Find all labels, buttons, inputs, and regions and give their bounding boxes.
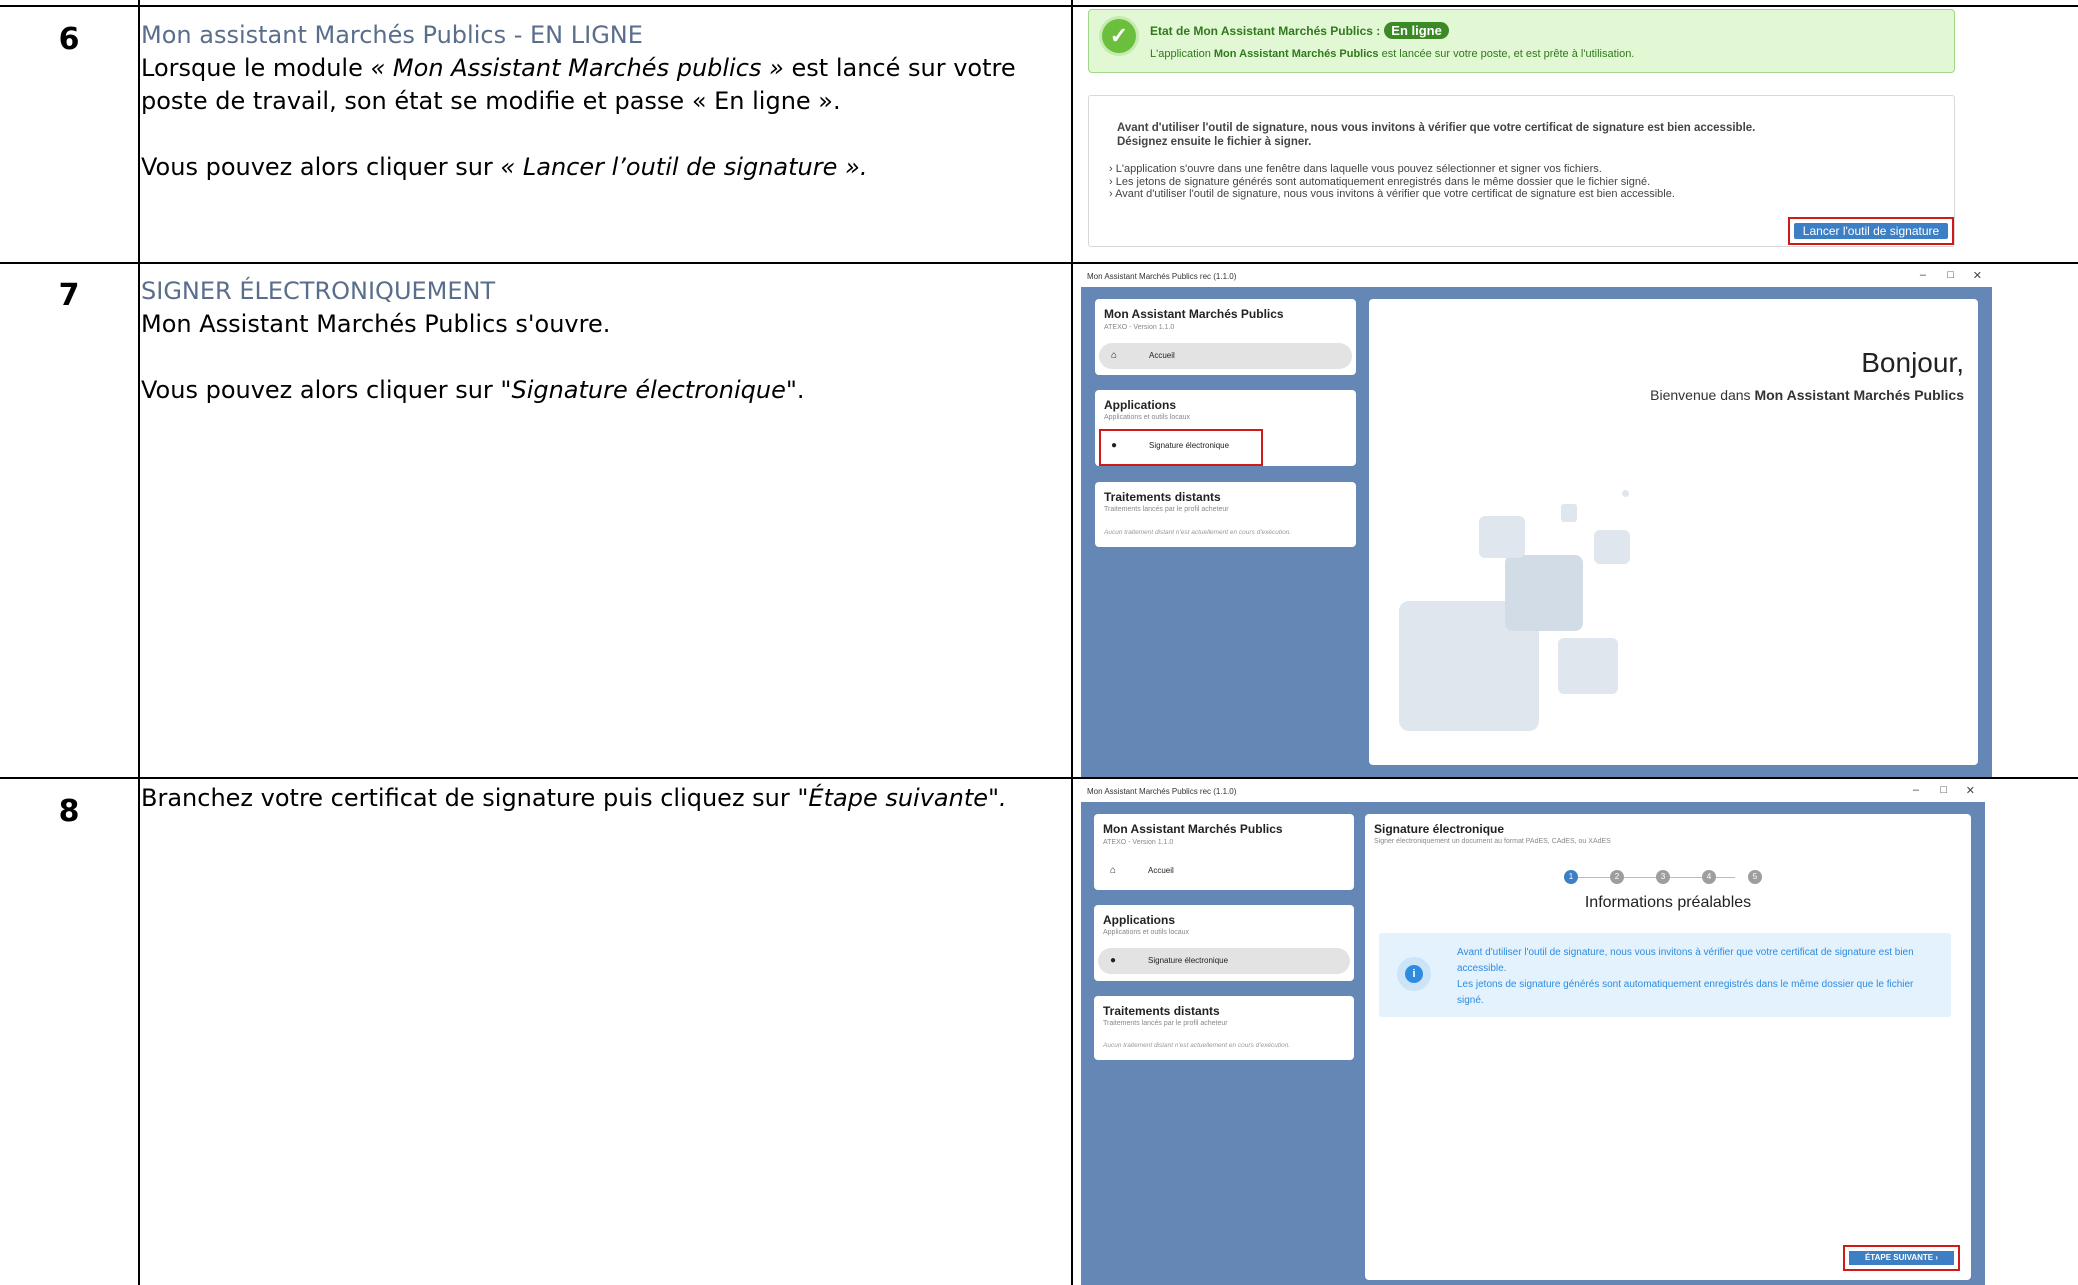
- step-text: SIGNER ÉLECTRONIQUEMENT Mon Assistant Ma…: [141, 275, 1071, 407]
- next-step-highlight: ÉTAPE SUIVANTE ›: [1843, 1245, 1960, 1271]
- app-version: ATEXO - Version 1.1.0: [1104, 324, 1175, 331]
- online-badge: En ligne: [1384, 22, 1449, 39]
- step-paragraph: Vous pouvez alors cliquer sur « Lancer l…: [141, 153, 868, 181]
- remote-empty-message: Aucun traitement distant n'est actuellem…: [1103, 1042, 1291, 1049]
- minimize-icon[interactable]: –: [1920, 269, 1926, 281]
- window-title: Mon Assistant Marchés Publics rec (1.1.0…: [1087, 787, 1237, 796]
- maximize-icon[interactable]: □: [1947, 269, 1954, 281]
- step-number: 6: [58, 22, 80, 57]
- close-icon[interactable]: ✕: [1973, 269, 1982, 282]
- decor-square: [1561, 504, 1577, 522]
- signature-info-panel: Avant d'utiliser l'outil de signature, n…: [1088, 95, 1955, 247]
- step-paragraph: Mon Assistant Marchés Publics s'ouvre.: [141, 310, 611, 338]
- applications-subtitle: Applications et outils locaux: [1104, 414, 1190, 421]
- chevron-right-icon: ›: [1109, 163, 1113, 175]
- step-paragraph: Branchez votre certificat de signature p…: [141, 784, 1007, 812]
- maximize-icon[interactable]: □: [1940, 784, 1947, 796]
- chevron-right-icon: ›: [1109, 176, 1113, 188]
- remote-card: Traitements distants Traitements lancés …: [1095, 482, 1356, 547]
- launch-signature-button[interactable]: Lancer l'outil de signature: [1794, 223, 1948, 239]
- bullet-item: › Avant d'utiliser l'outil de signature,…: [1109, 188, 1675, 200]
- next-step-button[interactable]: ÉTAPE SUIVANTE ›: [1849, 1251, 1954, 1265]
- stepper-step: 4: [1702, 870, 1716, 884]
- row-divider: [0, 262, 2078, 264]
- remote-subtitle: Traitements lancés par le profil acheteu…: [1103, 1020, 1228, 1027]
- step-number: 7: [58, 278, 80, 313]
- column-divider: [138, 0, 140, 1285]
- app-window: Mon Assistant Marchés Publics rec (1.1.0…: [1081, 782, 1985, 1285]
- app-card: Mon Assistant Marchés Publics ATEXO - Ve…: [1094, 814, 1354, 890]
- launch-signature-button-highlight[interactable]: Lancer l'outil de signature: [1788, 217, 1954, 245]
- step-text: Mon assistant Marchés Publics - EN LIGNE…: [141, 19, 1071, 184]
- nav-home[interactable]: ⌂ Accueil: [1099, 343, 1352, 369]
- decor-square: [1594, 530, 1630, 564]
- decor-square: [1479, 516, 1525, 558]
- panel-title: Signature électronique: [1374, 822, 1505, 836]
- applications-subtitle: Applications et outils locaux: [1103, 929, 1189, 936]
- signature-highlight: [1099, 429, 1263, 466]
- check-circle-icon: ●: [1110, 955, 1117, 966]
- stepper-step: 5: [1748, 870, 1762, 884]
- table-border-top: [0, 5, 2078, 7]
- applications-card: Applications Applications et outils loca…: [1094, 905, 1354, 981]
- remote-card: Traitements distants Traitements lancés …: [1094, 996, 1354, 1060]
- decor-square: [1558, 638, 1618, 694]
- app-card: Mon Assistant Marchés Publics ATEXO - Ve…: [1095, 299, 1356, 375]
- nav-signature[interactable]: ● Signature électronique: [1098, 948, 1350, 974]
- status-banner: ✓ Etat de Mon Assistant Marchés Publics …: [1088, 9, 1955, 73]
- nav-home[interactable]: ⌂ Accueil: [1098, 858, 1350, 884]
- status-label: Etat de Mon Assistant Marchés Publics :E…: [1150, 22, 1449, 39]
- welcome-panel: Bonjour, Bienvenue dans Mon Assistant Ma…: [1369, 299, 1978, 765]
- info-text: Avant d'utiliser l'outil de signature, n…: [1457, 947, 1914, 1006]
- decor-square: [1505, 555, 1583, 631]
- step-heading: Mon assistant Marchés Publics - EN LIGNE: [141, 21, 643, 49]
- remote-empty-message: Aucun traitement distant n'est actuellem…: [1104, 529, 1292, 536]
- column-divider: [1071, 0, 1073, 1285]
- app-name: Mon Assistant Marchés Publics: [1103, 822, 1283, 836]
- window-title: Mon Assistant Marchés Publics rec (1.1.0…: [1087, 272, 1237, 281]
- close-icon[interactable]: ✕: [1966, 784, 1975, 797]
- app-version: ATEXO - Version 1.1.0: [1103, 839, 1174, 846]
- remote-subtitle: Traitements lancés par le profil acheteu…: [1104, 506, 1229, 513]
- step-paragraph: Vous pouvez alors cliquer sur "Signature…: [141, 376, 805, 404]
- title-bar: Mon Assistant Marchés Publics rec (1.1.0…: [1081, 782, 1985, 802]
- step-title: Informations préalables: [1584, 894, 1752, 911]
- welcome-text: Bienvenue dans Mon Assistant Marchés Pub…: [1650, 387, 1964, 403]
- step-text: Branchez votre certificat de signature p…: [141, 782, 1071, 815]
- app-window: Mon Assistant Marchés Publics rec (1.1.0…: [1081, 267, 1992, 777]
- decor-dot: [1622, 490, 1629, 497]
- minimize-icon[interactable]: –: [1913, 784, 1919, 796]
- intro-text: Avant d'utiliser l'outil de signature, n…: [1117, 122, 1756, 148]
- info-box: i Avant d'utiliser l'outil de signature,…: [1379, 933, 1951, 1017]
- stepper-step: 2: [1610, 870, 1624, 884]
- home-icon: ⌂: [1110, 865, 1117, 876]
- chevron-right-icon: ›: [1109, 188, 1113, 200]
- row-divider: [0, 777, 2078, 779]
- step-paragraph: Lorsque le module « Mon Assistant Marché…: [141, 54, 1016, 115]
- bullet-item: › Les jetons de signature générés sont a…: [1109, 176, 1651, 188]
- remote-title: Traitements distants: [1103, 1004, 1220, 1018]
- stepper-step: 1: [1564, 870, 1578, 884]
- applications-title: Applications: [1104, 398, 1177, 412]
- step-number: 8: [58, 794, 80, 829]
- stepper-step: 3: [1656, 870, 1670, 884]
- greeting: Bonjour,: [1861, 347, 1964, 378]
- status-line: L'application Mon Assistant Marchés Publ…: [1150, 48, 1635, 60]
- app-name: Mon Assistant Marchés Publics: [1104, 307, 1284, 321]
- step-heading: SIGNER ÉLECTRONIQUEMENT: [141, 277, 496, 305]
- info-icon: i: [1397, 957, 1431, 991]
- home-icon: ⌂: [1111, 350, 1118, 361]
- applications-title: Applications: [1103, 913, 1176, 927]
- check-icon: ✓: [1102, 19, 1136, 53]
- panel-subtitle: Signer électroniquement un document au f…: [1374, 838, 1611, 845]
- remote-title: Traitements distants: [1104, 490, 1221, 504]
- bullet-item: › L'application s'ouvre dans une fenêtre…: [1109, 163, 1602, 175]
- title-bar: Mon Assistant Marchés Publics rec (1.1.0…: [1081, 267, 1992, 287]
- signature-panel: Signature électronique Signer électroniq…: [1365, 814, 1971, 1280]
